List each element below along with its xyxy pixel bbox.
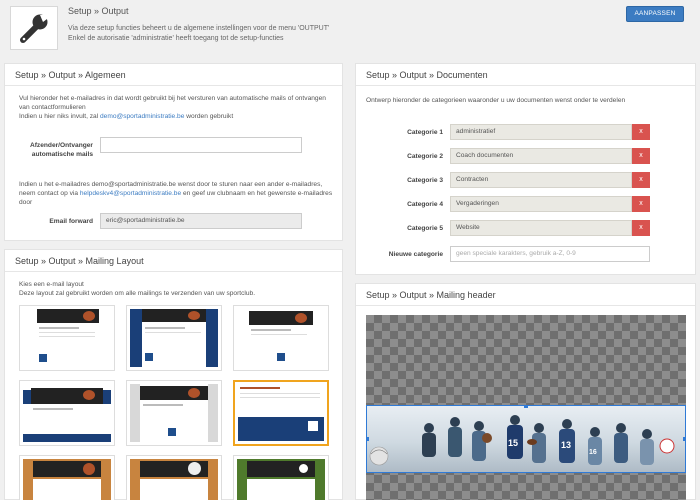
mailing-layout-panel: Setup » Output » Mailing Layout Kies een… [4, 249, 343, 500]
documenten-panel: Setup » Output » Documenten Ontwerp hier… [355, 63, 696, 275]
sports-banner-image: 15 13 16 [369, 415, 675, 466]
aanpassen-button[interactable]: AANPASSEN [626, 6, 684, 22]
setup-logo [10, 6, 58, 50]
layout-option-3[interactable] [233, 305, 329, 371]
page-description: Via deze setup functies beheert u de alg… [68, 25, 330, 42]
jersey-number: 13 [561, 440, 571, 450]
layout-option-1[interactable] [19, 305, 115, 371]
crop-handle-right[interactable] [683, 437, 685, 441]
sender-label: Afzender/Ontvanger automatische mails [29, 142, 93, 158]
mailing-header-panel: Setup » Output » Mailing header 15 13 16 [355, 283, 696, 500]
algemeen-panel: Setup » Output » Algemeen Vul hieronder … [4, 63, 343, 241]
helpdesk-email-link[interactable]: helpdeskv4@sportadministratie.be [80, 190, 181, 197]
crop-handle-top[interactable] [524, 406, 528, 408]
crop-handle-left[interactable] [367, 437, 369, 441]
category-input[interactable]: Vergaderingen [450, 196, 632, 212]
category-input[interactable]: Website [450, 220, 632, 236]
header-image-canvas[interactable]: 15 13 16 [366, 315, 686, 500]
forward-info: Indien u het e-mailadres demo@sportadmin… [19, 181, 333, 206]
layout-option-6-selected[interactable] [233, 380, 329, 446]
new-category-label: Nieuwe categorie [388, 251, 443, 258]
jersey-number: 15 [508, 438, 518, 448]
sender-email-input[interactable] [100, 137, 302, 153]
delete-category-button[interactable]: x [632, 196, 650, 212]
jersey-number: 16 [589, 449, 597, 456]
mailing-layout-intro: Kies een e-mail layout Deze layout zal g… [19, 281, 256, 297]
page-header: Setup » Output Via deze setup functies b… [0, 0, 700, 58]
layout-option-9[interactable] [233, 455, 329, 500]
category-label: Categorie 5 [407, 225, 443, 232]
header-image-crop[interactable]: 15 13 16 [366, 405, 686, 473]
algemeen-title: Setup » Output » Algemeen [5, 64, 342, 86]
layout-option-5[interactable] [126, 380, 222, 446]
mailing-layout-title: Setup » Output » Mailing Layout [5, 250, 342, 272]
documenten-title: Setup » Output » Documenten [356, 64, 695, 86]
category-label: Categorie 2 [407, 153, 443, 160]
demo-email-link[interactable]: demo@sportadministratie.be [100, 113, 184, 120]
layout-option-8[interactable] [126, 455, 222, 500]
category-label: Categorie 3 [407, 177, 443, 184]
category-input[interactable]: administratief [450, 124, 632, 140]
mailing-header-title: Setup » Output » Mailing header [356, 284, 695, 306]
category-input[interactable]: Contracten [450, 172, 632, 188]
delete-category-button[interactable]: x [632, 172, 650, 188]
delete-category-button[interactable]: x [632, 148, 650, 164]
layout-option-4[interactable] [19, 380, 115, 446]
forward-email-field: eric@sportadministratie.be [100, 213, 302, 229]
layout-option-2[interactable] [126, 305, 222, 371]
layout-option-7[interactable] [19, 455, 115, 500]
algemeen-intro: Vul hieronder het e-mailadres in dat wor… [19, 95, 326, 120]
page-title: Setup » Output [68, 6, 129, 16]
new-category-input[interactable]: geen speciale karakters, gebruik a-Z, 0-… [450, 246, 650, 262]
forward-label: Email forward [49, 218, 93, 225]
documenten-intro: Ontwerp hieronder de categorieen waarond… [366, 97, 626, 104]
category-input[interactable]: Coach documenten [450, 148, 632, 164]
wrench-icon [20, 14, 48, 43]
delete-category-button[interactable]: x [632, 220, 650, 236]
category-label: Categorie 4 [407, 201, 443, 208]
delete-category-button[interactable]: x [632, 124, 650, 140]
category-label: Categorie 1 [407, 129, 443, 136]
